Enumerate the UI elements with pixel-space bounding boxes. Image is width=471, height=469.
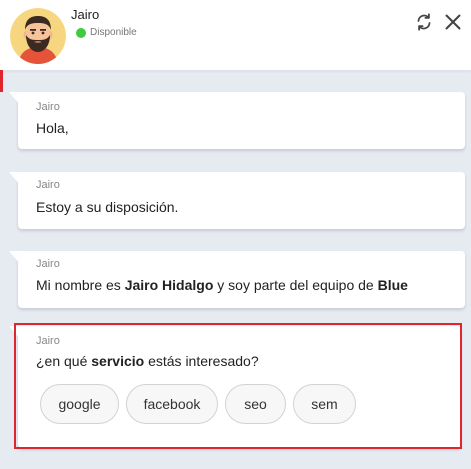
agent-status: Disponible — [76, 27, 137, 38]
message-text-part: ¿en qué — [36, 353, 92, 369]
refresh-icon[interactable] — [414, 12, 434, 32]
option-seo-button[interactable]: seo — [225, 384, 286, 424]
left-accent-bar — [0, 70, 3, 92]
chat-window: Jairo Disponible Jairo Hola, Jairo Estoy… — [0, 0, 471, 469]
message-text: Hola, — [36, 120, 69, 136]
option-sem-button[interactable]: sem — [293, 384, 356, 424]
quick-reply-options: google facebook seo sem — [40, 384, 356, 424]
message-text: Estoy a su disposición. — [36, 199, 179, 215]
message-text-part: estás interesado? — [144, 353, 259, 369]
option-google-button[interactable]: google — [40, 384, 119, 424]
message-keyword: servicio — [91, 353, 145, 369]
message-sender: Jairo — [36, 101, 60, 113]
message-bubble: Jairo Mi nombre es Jairo Hidalgo y soy p… — [9, 251, 465, 308]
message-bubble: Jairo Estoy a su disposición. — [9, 172, 465, 229]
message-text: ¿en qué servicio estás interesado? — [36, 353, 259, 369]
message-sender: Jairo — [36, 179, 60, 191]
agent-full-name: Jairo Hidalgo — [124, 277, 214, 293]
agent-avatar — [10, 8, 66, 64]
message-bubble: Jairo Hola, — [9, 92, 465, 149]
close-icon[interactable] — [443, 12, 463, 32]
message-text-part: y soy parte del equipo de — [213, 277, 378, 293]
agent-name: Jairo — [71, 7, 100, 22]
message-sender: Jairo — [36, 258, 60, 270]
option-facebook-button[interactable]: facebook — [126, 384, 218, 424]
chat-header: Jairo Disponible — [0, 0, 471, 71]
status-dot-icon — [76, 27, 86, 38]
message-sender: Jairo — [36, 335, 60, 347]
status-text: Disponible — [90, 27, 137, 38]
company-name: Blue — [377, 277, 408, 293]
message-text-part: Mi nombre es — [36, 277, 125, 293]
message-bubble-options: Jairo ¿en qué servicio estás interesado?… — [9, 326, 461, 448]
message-text: Mi nombre es Jairo Hidalgo y soy parte d… — [36, 277, 408, 293]
